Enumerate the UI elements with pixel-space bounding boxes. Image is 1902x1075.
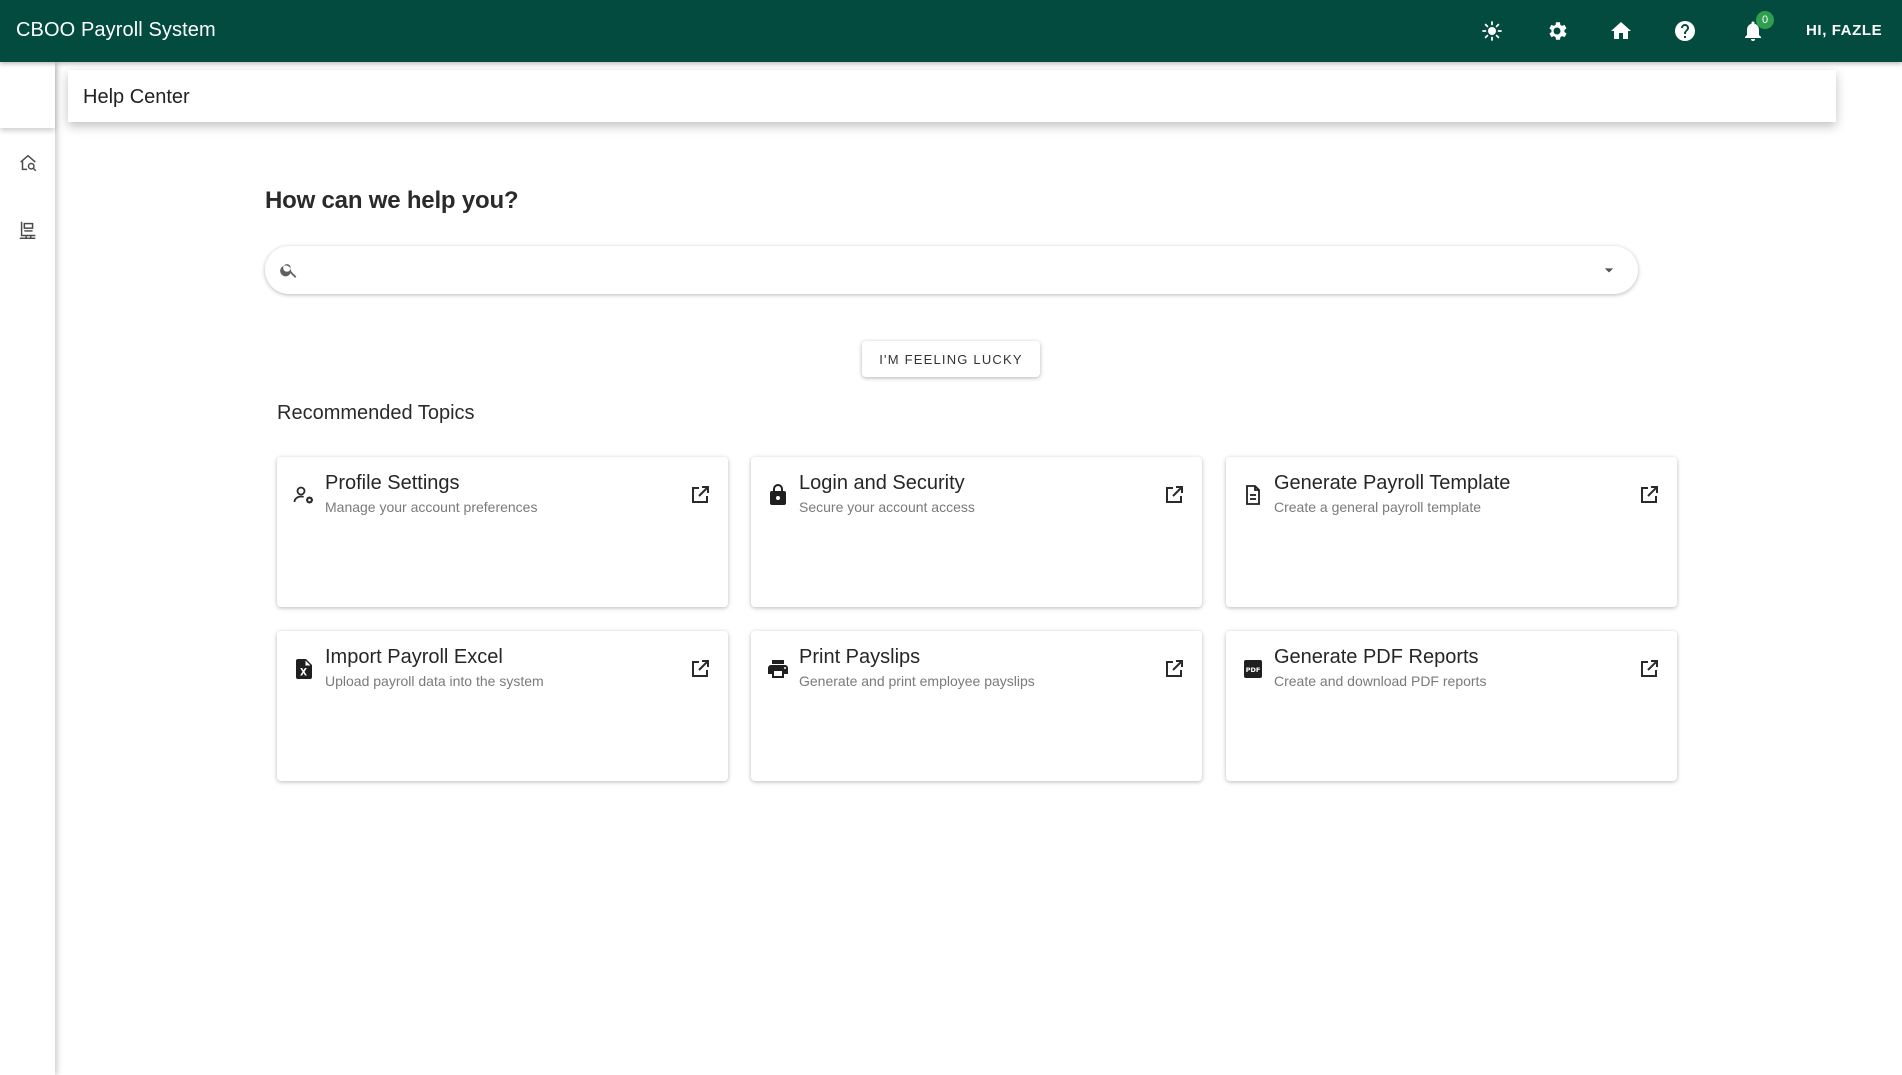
topic-description: Secure your account access — [799, 499, 975, 515]
excel-file-icon — [292, 657, 316, 681]
home-icon[interactable] — [1607, 17, 1635, 45]
topic-title: Generate Payroll Template — [1274, 472, 1511, 494]
profile-settings-icon — [292, 483, 316, 507]
topic-card-print-payslips[interactable]: Print Payslips Generate and print employ… — [751, 631, 1202, 781]
settings-gear-icon[interactable] — [1543, 17, 1571, 45]
open-in-new-icon[interactable] — [688, 657, 712, 681]
topic-description: Create a general payroll template — [1274, 499, 1482, 515]
breadcrumb: Help Center — [68, 70, 1836, 122]
open-in-new-icon[interactable] — [1162, 657, 1186, 681]
theme-brightness-icon[interactable] — [1478, 17, 1506, 45]
lock-icon — [766, 483, 790, 507]
svg-text:PDF: PDF — [1246, 666, 1261, 674]
pdf-icon: PDF — [1241, 657, 1265, 681]
open-in-new-icon[interactable] — [1162, 483, 1186, 507]
app-title: CBOO Payroll System — [16, 19, 216, 41]
payroll-report-icon[interactable] — [15, 217, 41, 243]
search-input[interactable] — [311, 254, 1581, 286]
page-title: Help Center — [83, 86, 190, 108]
feeling-lucky-button[interactable]: I'M FEELING LUCKY — [862, 341, 1040, 377]
topic-card-import-payroll-excel[interactable]: Import Payroll Excel Upload payroll data… — [277, 631, 728, 781]
printer-icon — [766, 657, 790, 681]
open-in-new-icon[interactable] — [1637, 657, 1661, 681]
help-icon[interactable] — [1671, 17, 1699, 45]
search-icon — [279, 260, 299, 280]
topic-description: Upload payroll data into the system — [325, 673, 544, 689]
topic-title: Generate PDF Reports — [1274, 646, 1479, 668]
chevron-down-icon[interactable] — [1599, 260, 1619, 280]
rail-header — [0, 62, 55, 128]
topic-card-login-security[interactable]: Login and Security Secure your account a… — [751, 457, 1202, 607]
open-in-new-icon[interactable] — [688, 483, 712, 507]
notifications-bell-icon[interactable]: 0 — [1739, 11, 1774, 45]
document-icon — [1241, 483, 1265, 507]
help-search-box[interactable] — [265, 246, 1638, 294]
topic-card-profile-settings[interactable]: Profile Settings Manage your account pre… — [277, 457, 728, 607]
topic-title: Print Payslips — [799, 646, 921, 668]
recommended-topics-heading: Recommended Topics — [277, 402, 475, 424]
topic-card-generate-payroll-template[interactable]: Generate Payroll Template Create a gener… — [1226, 457, 1677, 607]
topic-description: Generate and print employee payslips — [799, 673, 1035, 689]
topic-title: Login and Security — [799, 472, 965, 494]
topic-title: Profile Settings — [325, 472, 460, 494]
topic-description: Create and download PDF reports — [1274, 673, 1487, 689]
open-in-new-icon[interactable] — [1637, 483, 1661, 507]
top-app-bar: CBOO Payroll System 0 HI, FAZLE — [0, 0, 1902, 62]
left-navigation-rail — [0, 62, 55, 1075]
topic-description: Manage your account preferences — [325, 499, 538, 515]
help-heading: How can we help you? — [265, 187, 519, 214]
notification-count-badge: 0 — [1756, 11, 1774, 29]
topic-title: Import Payroll Excel — [325, 646, 503, 668]
user-greeting[interactable]: HI, FAZLE — [1806, 21, 1882, 41]
home-search-icon[interactable] — [15, 150, 41, 176]
topic-card-generate-pdf-reports[interactable]: PDF Generate PDF Reports Create and down… — [1226, 631, 1677, 781]
